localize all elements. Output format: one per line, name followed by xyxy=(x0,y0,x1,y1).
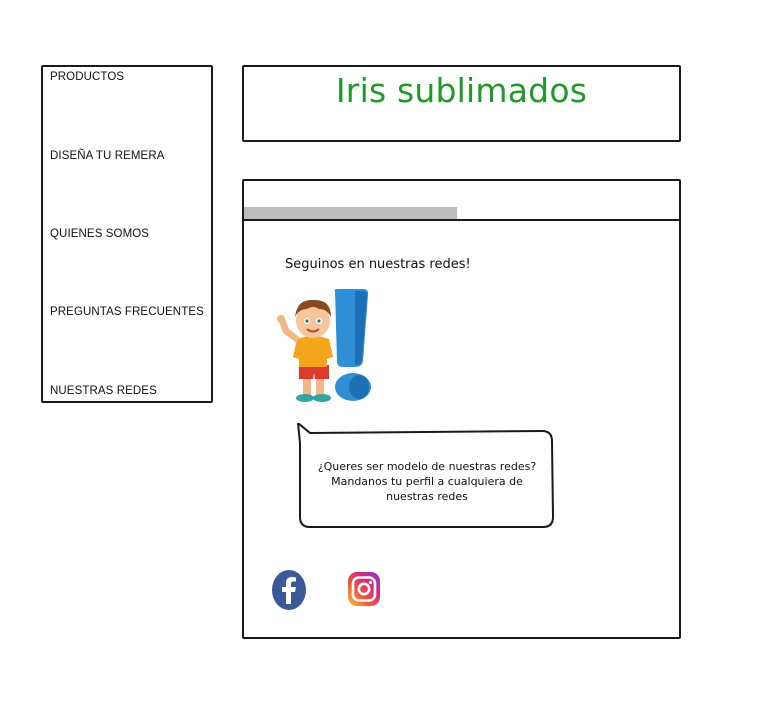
progress-fill xyxy=(244,207,458,219)
site-title: Iris sublimados xyxy=(335,71,588,110)
sidebar-item-quienes-somos[interactable]: QUIENES SOMOS xyxy=(50,228,149,240)
sidebar-item-nuestras-redes[interactable]: NUESTRAS REDES xyxy=(50,385,157,397)
content-panel: Seguinos en nuestras redes! ¿Queres ser … xyxy=(242,179,681,639)
speech-bubble-text: ¿Queres ser modelo de nuestras redes? Ma… xyxy=(306,459,548,504)
sidebar-item-disena-tu-remera[interactable]: DISEÑA TU REMERA xyxy=(50,150,165,162)
progress-bar xyxy=(244,207,679,221)
sidebar-item-productos[interactable]: PRODUCTOS xyxy=(50,71,124,83)
site-header: Iris sublimados xyxy=(242,65,681,142)
boy-exclamation-illustration xyxy=(277,289,371,402)
follow-us-text: Seguinos en nuestras redes! xyxy=(285,257,471,272)
speech-bubble-line-2: Mandanos tu perfil a cualquiera de nuest… xyxy=(331,475,523,503)
instagram-icon[interactable] xyxy=(347,571,381,607)
sidebar-nav: PRODUCTOS DISEÑA TU REMERA QUIENES SOMOS… xyxy=(41,65,213,403)
speech-bubble-line-1: ¿Queres ser modelo de nuestras redes? xyxy=(317,460,537,473)
facebook-icon[interactable] xyxy=(271,569,307,611)
sidebar-item-preguntas-frecuentes[interactable]: PREGUNTAS FRECUENTES xyxy=(50,306,204,318)
panel-top-bar xyxy=(244,181,679,209)
